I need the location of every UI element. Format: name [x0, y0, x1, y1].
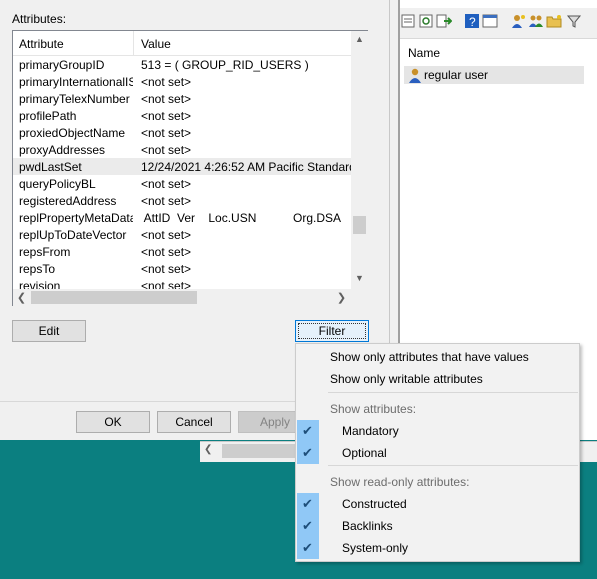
table-row[interactable]: primaryInternationalIS... <not set>	[13, 73, 351, 90]
console-icon[interactable]	[482, 13, 498, 29]
menu-item[interactable]: ✔ System-only	[296, 537, 579, 559]
menu-section-header: Show read-only attributes:	[296, 471, 579, 493]
menu-item[interactable]: ✔ Mandatory	[296, 420, 579, 442]
focus-rect	[298, 323, 366, 339]
checkmark-icon: ✔	[297, 537, 319, 559]
cancel-button[interactable]: Cancel	[157, 411, 231, 433]
attribute-value: <not set>	[141, 75, 192, 89]
attribute-name: replUpToDateVector	[19, 228, 127, 242]
attribute-name: primaryGroupID	[19, 58, 105, 72]
table-row[interactable]: replPropertyMetaData AttID Ver Loc.USN O…	[13, 209, 351, 226]
menu-item[interactable]: Show only writable attributes	[296, 368, 579, 390]
scroll-right-icon[interactable]: ❯	[333, 291, 350, 304]
group-icon[interactable]	[528, 13, 544, 29]
attributes-label: Attributes:	[12, 12, 67, 26]
attribute-name: repsFrom	[19, 245, 71, 259]
table-row[interactable]: registeredAddress <not set>	[13, 192, 351, 209]
attribute-value: <not set>	[141, 126, 192, 140]
table-row[interactable]: pwdLastSet 12/24/2021 4:26:52 AM Pacific …	[13, 158, 351, 175]
export-icon[interactable]	[436, 13, 452, 29]
attribute-name: replPropertyMetaData	[19, 211, 133, 225]
filter-button[interactable]: Filter	[295, 320, 369, 342]
attribute-value: <not set>	[141, 143, 192, 157]
scrollbar-corner	[351, 289, 368, 306]
menu-item-label: Show only attributes that have values	[330, 350, 529, 364]
attribute-value: 513 = ( GROUP_RID_USERS )	[141, 58, 309, 72]
attribute-value: AttID Ver Loc.USN Org.DSA	[141, 211, 342, 225]
attributes-list[interactable]: Attribute Value primaryGroupID 513 = ( GR…	[12, 30, 368, 306]
attribute-name: registeredAddress	[19, 194, 117, 208]
attribute-value: <not set>	[141, 109, 192, 123]
menu-separator	[328, 465, 578, 466]
menu-item-label: Optional	[342, 446, 387, 460]
attribute-value: <not set>	[141, 92, 192, 106]
list-icon[interactable]	[400, 13, 416, 29]
table-row[interactable]: primaryTelexNumber <not set>	[13, 90, 351, 107]
table-row[interactable]: replUpToDateVector <not set>	[13, 226, 351, 243]
attribute-name: proxiedObjectName	[19, 126, 126, 140]
svg-text:?: ?	[469, 15, 476, 29]
table-row[interactable]: proxiedObjectName <not set>	[13, 124, 351, 141]
attribute-value: <not set>	[141, 228, 192, 242]
filter-icon[interactable]	[566, 13, 582, 29]
list-header: Attribute Value	[13, 31, 351, 56]
vertical-scrollbar[interactable]: ▲ ▼	[351, 31, 368, 289]
vertical-scroll-thumb[interactable]	[353, 216, 366, 234]
scroll-left-icon[interactable]: ❮	[204, 444, 212, 455]
scroll-left-icon[interactable]: ❮	[13, 291, 30, 304]
attribute-name: pwdLastSet	[19, 160, 82, 174]
checkmark-icon: ✔	[297, 420, 319, 442]
table-row[interactable]: proxyAddresses <not set>	[13, 141, 351, 158]
value-column-header[interactable]: Value	[141, 37, 171, 51]
table-row[interactable]: primaryGroupID 513 = ( GROUP_RID_USERS )	[13, 56, 351, 73]
table-row[interactable]: repsFrom <not set>	[13, 243, 351, 260]
checkmark-icon: ✔	[297, 442, 319, 464]
edit-button[interactable]: Edit	[12, 320, 86, 342]
menu-item-label: System-only	[342, 541, 409, 555]
menu-item[interactable]: ✔ Backlinks	[296, 515, 579, 537]
folder-icon[interactable]	[546, 13, 562, 29]
scroll-up-icon[interactable]: ▲	[351, 34, 368, 44]
toolbar: ?	[400, 8, 597, 39]
menu-section-header: Show attributes:	[296, 398, 579, 420]
attribute-column-header[interactable]: Attribute	[19, 37, 64, 51]
attribute-value: 12/24/2021 4:26:52 AM Pacific Standard T…	[141, 160, 351, 174]
refresh-icon[interactable]	[418, 13, 434, 29]
menu-item-label: Constructed	[342, 497, 407, 511]
menu-item-label: Show only writable attributes	[330, 372, 483, 386]
attribute-value: <not set>	[141, 245, 192, 259]
menu-item[interactable]: ✔ Constructed	[296, 493, 579, 515]
attribute-value: <not set>	[141, 262, 192, 276]
table-row[interactable]: queryPolicyBL <not set>	[13, 175, 351, 192]
scroll-down-icon[interactable]: ▼	[351, 273, 368, 283]
menu-item[interactable]: Show only attributes that have values	[296, 346, 579, 368]
menu-item-label: Backlinks	[342, 519, 393, 533]
attribute-value: <not set>	[141, 177, 192, 191]
attribute-name: repsTo	[19, 262, 56, 276]
attribute-name: primaryTelexNumber	[19, 92, 130, 106]
table-row[interactable]: repsTo <not set>	[13, 260, 351, 277]
column-divider[interactable]	[133, 31, 134, 56]
help-icon[interactable]: ?	[464, 13, 480, 29]
list-item-label[interactable]: regular user	[424, 68, 488, 82]
checkmark-icon: ✔	[297, 493, 319, 515]
attribute-value: <not set>	[141, 194, 192, 208]
horizontal-scroll-thumb[interactable]	[31, 291, 197, 304]
attribute-name: profilePath	[19, 109, 77, 123]
ok-button[interactable]: OK	[76, 411, 150, 433]
menu-item-label: Show read-only attributes:	[330, 475, 470, 489]
checkmark-icon: ✔	[297, 515, 319, 537]
menu-item-label: Mandatory	[342, 424, 399, 438]
attribute-name: queryPolicyBL	[19, 177, 96, 191]
attribute-name: primaryInternationalIS...	[19, 75, 133, 89]
menu-separator	[328, 392, 578, 393]
table-row[interactable]: profilePath <not set>	[13, 107, 351, 124]
name-column-header[interactable]: Name	[408, 46, 440, 60]
user-icon	[409, 68, 421, 83]
menu-item[interactable]: ✔ Optional	[296, 442, 579, 464]
menu-item-label: Show attributes:	[330, 402, 417, 416]
filter-menu: Show only attributes that have values Sho…	[295, 343, 580, 562]
user-icon[interactable]	[510, 13, 526, 29]
attribute-name: proxyAddresses	[19, 143, 106, 157]
